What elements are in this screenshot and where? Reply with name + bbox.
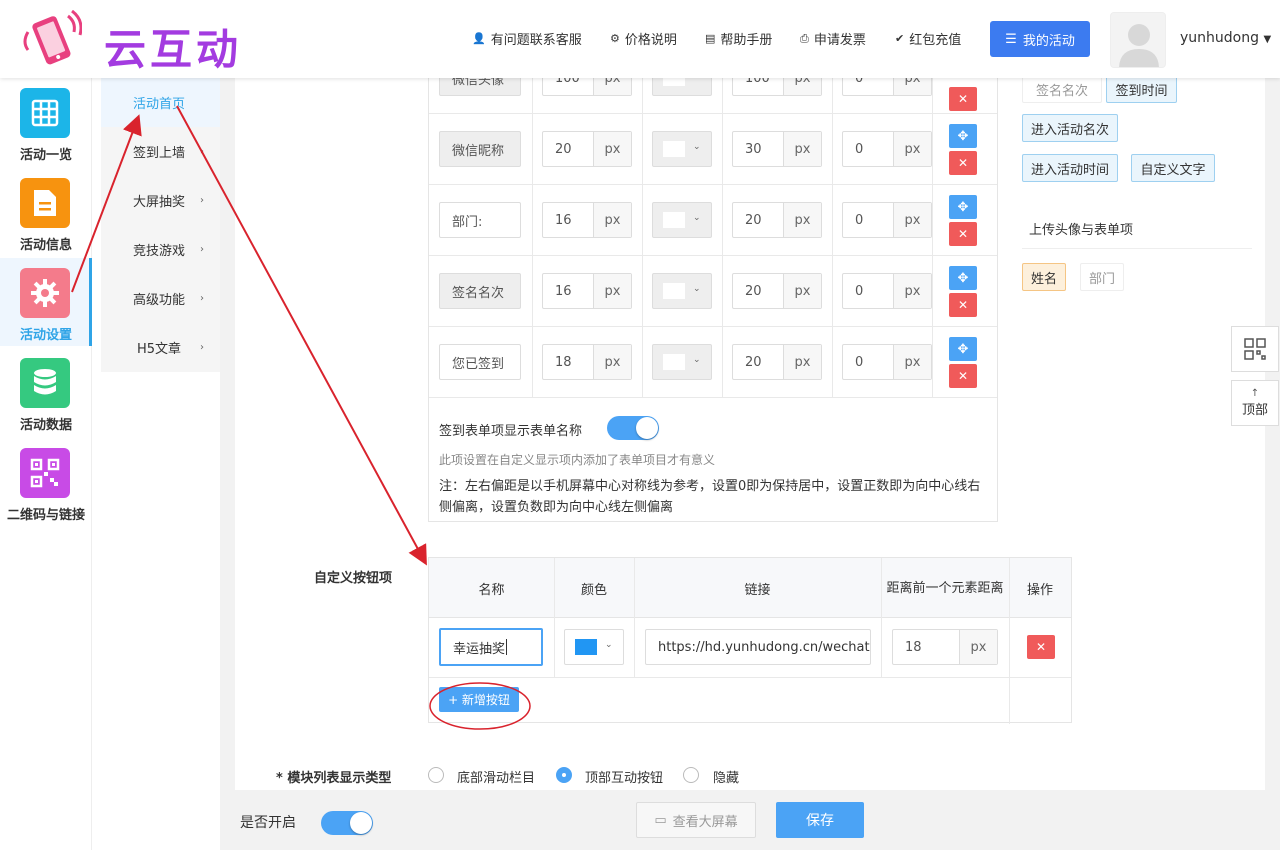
- header-link-recharge[interactable]: ✔ 红包充值: [895, 29, 961, 48]
- shield-check-icon: ✔: [895, 32, 905, 45]
- save-button[interactable]: 保存: [776, 802, 864, 838]
- qrcode-float-button[interactable]: [1231, 326, 1279, 372]
- sidebar-item-activity-data[interactable]: 活动数据: [0, 348, 92, 436]
- sidebar-item-activity-list[interactable]: 活动一览: [0, 78, 92, 166]
- book-icon: ▤: [705, 32, 716, 45]
- database-icon: [20, 358, 70, 408]
- document-icon: [20, 178, 70, 228]
- printer-icon: ⎙: [800, 31, 809, 45]
- main-content: 微信头像 100px ⌄ 100px 0px ✕ 微信昵称 20px ⌄ 30p…: [235, 78, 1265, 790]
- header-link-invoice[interactable]: ⎙ 申请发票: [800, 29, 866, 49]
- back-to-top-button[interactable]: ↑ 顶部: [1231, 380, 1279, 426]
- sidebar-item-qrcode[interactable]: 二维码与链接: [0, 438, 92, 526]
- main-sidebar: 活动一览 活动信息 活动设置 活动数据 二维码与链接: [0, 78, 92, 850]
- logo-text: 云互动: [104, 25, 243, 74]
- annotation-overlay: [429, 682, 531, 730]
- subnav-item-advanced[interactable]: 高级功能 ›: [101, 274, 220, 323]
- my-activity-button[interactable]: ☰ 我的活动: [990, 21, 1090, 57]
- sidebar-item-activity-settings[interactable]: 活动设置: [0, 258, 92, 346]
- content-gutter-left: [220, 78, 235, 790]
- header-link-support[interactable]: 👤 有问题联系客服: [472, 29, 582, 48]
- caret-down-icon: ▼: [1263, 34, 1272, 45]
- chevron-right-icon: ›: [200, 293, 204, 304]
- chevron-right-icon: ›: [200, 146, 204, 157]
- chevron-right-icon: ›: [200, 195, 204, 206]
- subnav-item-games[interactable]: 竞技游戏 ›: [101, 225, 220, 274]
- monitor-icon: ▭: [654, 812, 667, 828]
- bottom-action-bar: 是否开启 ▭ 查看大屏幕 保存: [220, 790, 1280, 850]
- list-icon: ☰: [1005, 31, 1017, 47]
- subnav-item-signin-wall[interactable]: 签到上墙 ›: [101, 127, 220, 176]
- subnav-item-lottery[interactable]: 大屏抽奖 ›: [101, 176, 220, 225]
- phone-logo-icon: [23, 10, 82, 65]
- sidebar-item-activity-info[interactable]: 活动信息: [0, 168, 92, 256]
- content-gutter-right: [1265, 78, 1280, 790]
- chevron-right-icon: ›: [200, 342, 204, 353]
- enable-toggle[interactable]: [321, 811, 373, 835]
- gear-icon: ⚙: [610, 32, 620, 45]
- user-avatar-icon: [1119, 24, 1159, 67]
- qrcode-icon: [20, 448, 70, 498]
- avatar[interactable]: [1110, 12, 1166, 68]
- user-plus-icon: 👤: [472, 32, 486, 45]
- preview-screen-button[interactable]: ▭ 查看大屏幕: [636, 802, 756, 838]
- logo[interactable]: 云互动: [22, 10, 238, 74]
- gear-icon: [20, 268, 70, 318]
- subnav-item-h5-article[interactable]: H5文章 ›: [101, 323, 220, 372]
- top-header: 云互动 👤 有问题联系客服 ⚙ 价格说明 ▤ 帮助手册 ⎙ 申请发票 ✔ 红包充值 ☰ 我的…: [0, 0, 1280, 78]
- username-dropdown[interactable]: yunhudong ▼: [1180, 30, 1271, 46]
- header-link-help[interactable]: ▤ 帮助手册: [705, 29, 772, 48]
- subnav-item-home[interactable]: 活动首页: [101, 78, 220, 127]
- enable-label: 是否开启: [240, 815, 296, 831]
- header-link-pricing[interactable]: ⚙ 价格说明: [610, 29, 677, 48]
- grid-icon: [20, 88, 70, 138]
- chevron-right-icon: ›: [200, 244, 204, 255]
- arrow-up-icon: ↑: [1250, 387, 1260, 399]
- sub-navigation: 活动首页 签到上墙 › 大屏抽奖 › 竞技游戏 › 高级功能 › H5文章 ›: [101, 78, 220, 372]
- qrcode-icon: [1244, 338, 1266, 360]
